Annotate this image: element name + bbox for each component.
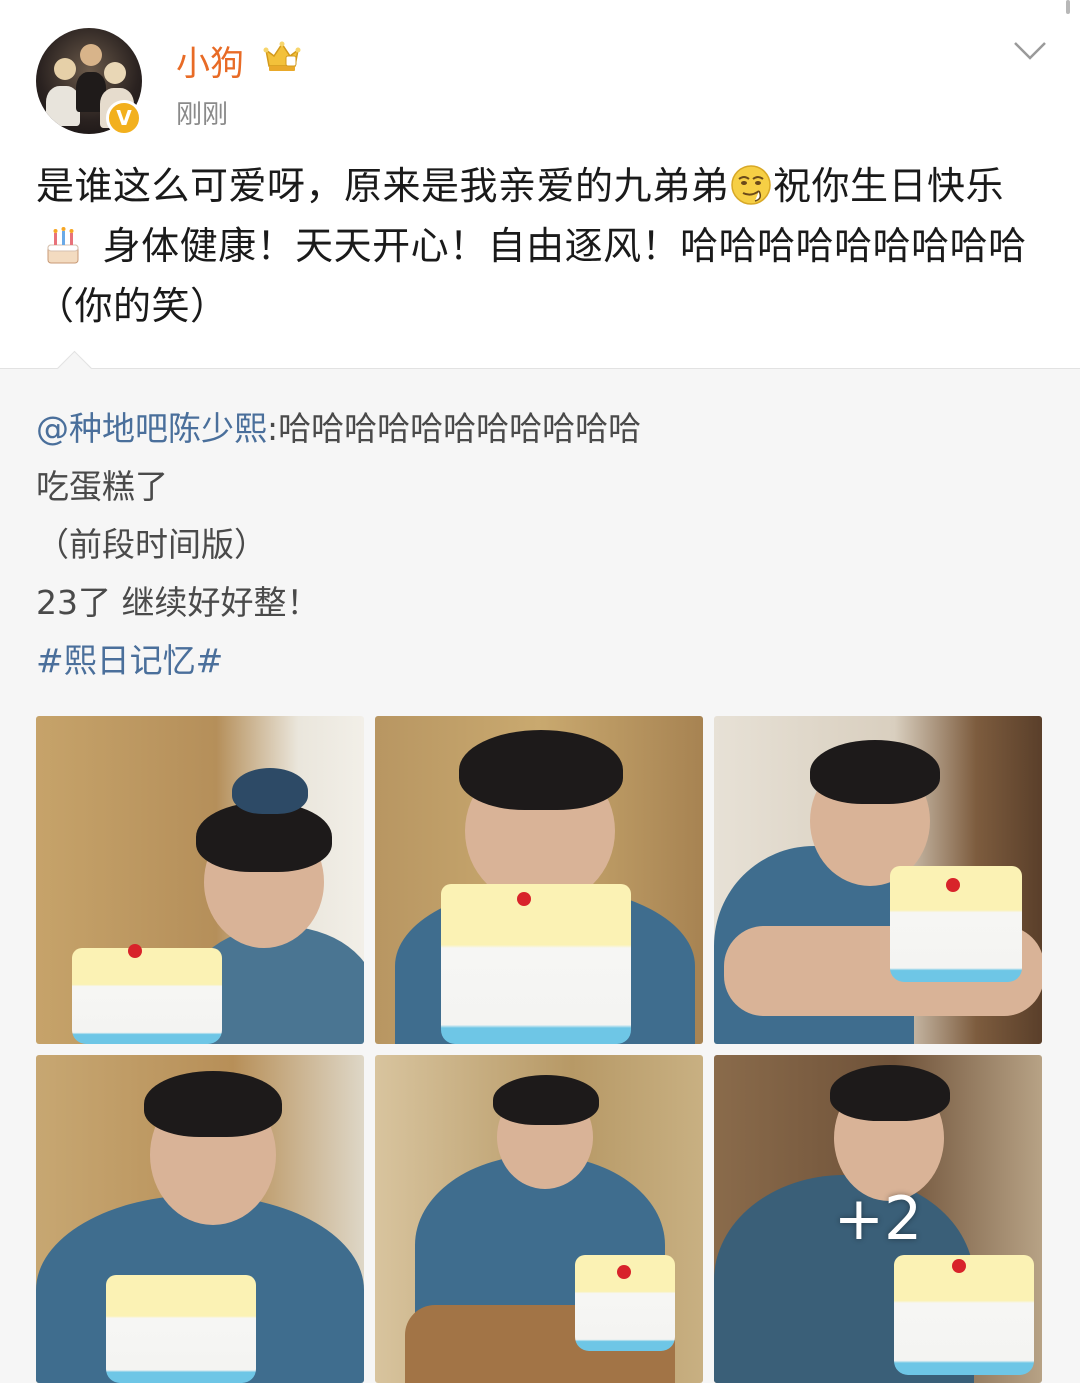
photo-1[interactable]: [36, 716, 364, 1044]
crown-member-icon[interactable]: [262, 40, 302, 74]
hashtag-link[interactable]: #熙日记忆#: [36, 632, 1046, 690]
photo-6[interactable]: +2: [714, 1055, 1042, 1383]
post-body: 是谁这么可爱呀，原来是我亲爱的九弟弟 祝你生日快乐 身体健康！天天开心！自由逐风…: [36, 156, 1046, 336]
post-text-part2: 祝你生日快乐: [773, 164, 1005, 208]
username[interactable]: 小狗: [176, 36, 244, 85]
repost-text: @种地吧陈少熙:哈哈哈哈哈哈哈哈哈哈哈 吃蛋糕了 （前段时间版） 23了 继续好…: [36, 400, 1046, 690]
repost-mention-text: :哈哈哈哈哈哈哈哈哈哈哈: [267, 409, 642, 448]
photo-grid: +2: [36, 716, 1042, 1383]
photo-2[interactable]: [375, 716, 703, 1044]
repost-line-2: 吃蛋糕了: [36, 467, 168, 506]
verified-badge-icon: V: [106, 100, 142, 136]
post-text-part3: 身体健康！天天开心！自由逐风！哈哈哈哈哈哈哈哈哈（你的笑）: [36, 224, 1027, 328]
photo-4[interactable]: [36, 1055, 364, 1383]
repost-line-3: （前段时间版）: [36, 525, 267, 564]
chevron-down-icon[interactable]: [1012, 38, 1048, 64]
post-header: V 小狗 刚刚: [0, 0, 1080, 150]
smirk-emoji-icon: [731, 165, 771, 205]
repost-line-4: 23了 继续好好整！: [36, 583, 320, 622]
photo-3[interactable]: [714, 716, 1042, 1044]
cake-emoji-icon: [47, 227, 79, 264]
more-photos-count[interactable]: +2: [714, 1055, 1042, 1383]
photo-5[interactable]: [375, 1055, 703, 1383]
timestamp: 刚刚: [176, 100, 229, 130]
mention-link[interactable]: @种地吧陈少熙: [36, 409, 267, 448]
post-text-part1: 是谁这么可爱呀，原来是我亲爱的九弟弟: [36, 164, 730, 208]
